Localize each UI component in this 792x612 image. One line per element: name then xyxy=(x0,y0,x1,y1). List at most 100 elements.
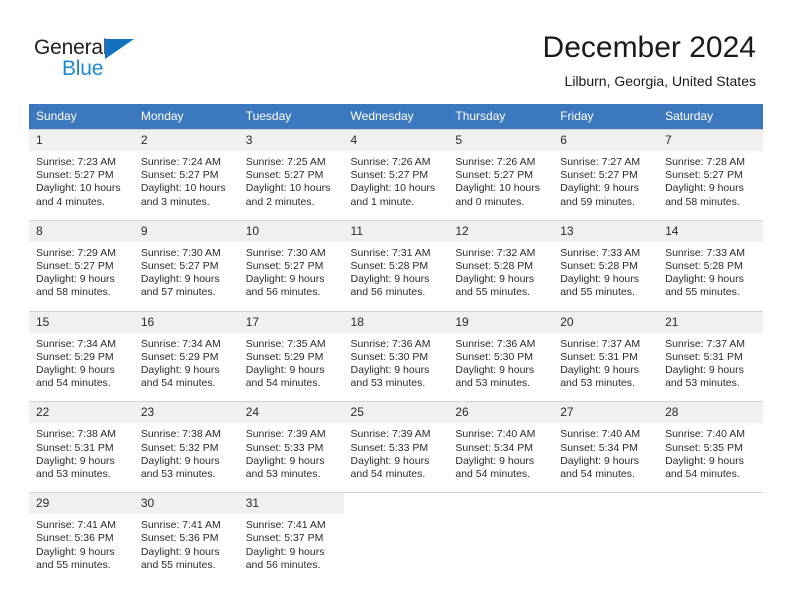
sunset-text: Sunset: 5:27 PM xyxy=(140,169,219,182)
daylight-text-line2: and 54 minutes. xyxy=(665,468,740,481)
daylight-text-line2: and 54 minutes. xyxy=(350,468,426,481)
calendar-day-cell[interactable]: 27 Sunrise: 7:40 AM Sunset: 5:34 PM Dayligh… xyxy=(553,401,659,482)
sunset-text: Sunset: 5:31 PM xyxy=(560,350,638,363)
daylight-text-line1: Daylight: 10 hours xyxy=(350,182,436,195)
weekday-header-friday: Friday xyxy=(553,104,659,130)
daylight-text-line1: Daylight: 9 hours xyxy=(560,182,640,195)
triangle-icon xyxy=(105,39,134,59)
sunrise-text: Sunrise: 7:41 AM xyxy=(245,519,326,532)
daylight-text-line2: and 56 minutes. xyxy=(350,286,426,299)
calendar-day-cell[interactable]: 21 Sunrise: 7:37 AM Sunset: 5:31 PM Dayligh… xyxy=(658,310,763,391)
sunrise-text: Sunrise: 7:40 AM xyxy=(560,428,641,441)
calendar-day-cell[interactable]: 9 Sunrise: 7:30 AM Sunset: 5:27 PM Daylight… xyxy=(133,219,239,300)
calendar-day-cell[interactable]: 8 Sunrise: 7:29 AM Sunset: 5:27 PM Daylight… xyxy=(29,219,134,300)
calendar-day-cell[interactable]: 29 Sunrise: 7:41 AM Sunset: 5:36 PM Dayligh… xyxy=(29,492,134,573)
calendar-week-row: 29 Sunrise: 7:41 AM Sunset: 5:36 PM Dayligh… xyxy=(29,492,763,573)
calendar-day-cell[interactable]: 28 Sunrise: 7:40 AM Sunset: 5:35 PM Dayligh… xyxy=(658,401,763,482)
calendar-day-cell[interactable]: 31 Sunrise: 7:41 AM Sunset: 5:37 PM Dayligh… xyxy=(238,492,344,573)
sunset-text: Sunset: 5:27 PM xyxy=(560,169,638,182)
daylight-text-line1: Daylight: 9 hours xyxy=(665,454,744,467)
calendar-day-cell[interactable]: 30 Sunrise: 7:41 AM Sunset: 5:36 PM Dayligh… xyxy=(133,492,239,573)
sunset-text: Sunset: 5:29 PM xyxy=(245,350,324,363)
day-details: Sunrise: 7:26 AM Sunset: 5:27 PM Daylight:… xyxy=(448,151,553,209)
sunrise-text: Sunrise: 7:28 AM xyxy=(665,156,746,168)
day-number: 17 xyxy=(238,311,344,333)
calendar-day-cell[interactable]: 6 Sunrise: 7:27 AM Sunset: 5:27 PM Daylight… xyxy=(553,128,659,209)
calendar-week-row: 1 Sunrise: 7:23 AM Sunset: 5:27 PM Daylight… xyxy=(29,128,763,209)
calendar-day-cell[interactable]: 25 Sunrise: 7:39 AM Sunset: 5:33 PM Dayligh… xyxy=(343,401,449,482)
sunrise-text: Sunrise: 7:32 AM xyxy=(455,246,536,259)
sunrise-text: Sunrise: 7:33 AM xyxy=(560,246,641,259)
calendar-day-cell[interactable]: 18 Sunrise: 7:36 AM Sunset: 5:30 PM Dayligh… xyxy=(343,310,449,391)
daylight-text-line1: Daylight: 9 hours xyxy=(245,273,325,286)
day-number: 14 xyxy=(658,220,763,242)
calendar-day-cell[interactable]: 17 Sunrise: 7:35 AM Sunset: 5:29 PM Dayligh… xyxy=(238,310,344,391)
weekday-header-monday: Monday xyxy=(133,104,239,130)
calendar-day-cell[interactable]: 22 Sunrise: 7:38 AM Sunset: 5:31 PM Dayligh… xyxy=(29,401,134,482)
sunset-text: Sunset: 5:37 PM xyxy=(245,532,324,545)
calendar-day-cell[interactable]: 11 Sunrise: 7:31 AM Sunset: 5:28 PM Dayligh… xyxy=(343,219,449,300)
day-number: 22 xyxy=(29,402,134,424)
day-details: Sunrise: 7:28 AM Sunset: 5:27 PM Daylight:… xyxy=(658,151,763,209)
sunrise-text: Sunrise: 7:24 AM xyxy=(140,156,221,168)
calendar-day-cell[interactable]: 20 Sunrise: 7:37 AM Sunset: 5:31 PM Dayligh… xyxy=(553,310,659,391)
calendar-day-cell[interactable]: 7 Sunrise: 7:28 AM Sunset: 5:27 PM Daylight… xyxy=(658,128,763,209)
sunset-text: Sunset: 5:36 PM xyxy=(140,532,219,545)
day-details: Sunrise: 7:41 AM Sunset: 5:36 PM Daylight:… xyxy=(134,514,239,572)
calendar-day-cell[interactable]: 1 Sunrise: 7:23 AM Sunset: 5:27 PM Daylight… xyxy=(29,128,134,209)
calendar-day-cell[interactable]: 15 Sunrise: 7:34 AM Sunset: 5:29 PM Dayligh… xyxy=(29,310,134,391)
calendar-table: Sunday Monday Tuesday Wednesday Thursday Frid… xyxy=(29,104,763,573)
sunrise-text: Sunrise: 7:40 AM xyxy=(665,428,746,441)
day-details: Sunrise: 7:41 AM Sunset: 5:37 PM Daylight:… xyxy=(239,514,344,572)
sunset-text: Sunset: 5:36 PM xyxy=(36,532,114,545)
day-details: Sunrise: 7:30 AM Sunset: 5:27 PM Daylight:… xyxy=(239,242,344,300)
calendar-day-cell[interactable]: 23 Sunrise: 7:38 AM Sunset: 5:32 PM Dayligh… xyxy=(133,401,239,482)
calendar-day-cell[interactable]: 14 Sunrise: 7:33 AM Sunset: 5:28 PM Dayligh… xyxy=(658,219,763,300)
calendar-day-cell[interactable]: 10 Sunrise: 7:30 AM Sunset: 5:27 PM Dayligh… xyxy=(238,219,344,300)
calendar-day-cell[interactable]: 5 Sunrise: 7:26 AM Sunset: 5:27 PM Daylight… xyxy=(448,128,554,209)
calendar-day-cell[interactable]: 13 Sunrise: 7:33 AM Sunset: 5:28 PM Dayligh… xyxy=(553,219,659,300)
week-spacer-cell xyxy=(29,481,763,493)
calendar-day-cell[interactable]: 16 Sunrise: 7:34 AM Sunset: 5:29 PM Dayligh… xyxy=(133,310,239,391)
title-block: December 2024 Lilburn, Georgia, United S… xyxy=(543,30,756,90)
calendar-day-cell[interactable]: 4 Sunrise: 7:26 AM Sunset: 5:27 PM Daylight… xyxy=(343,128,449,209)
day-details: Sunrise: 7:24 AM Sunset: 5:27 PM Daylight:… xyxy=(134,151,239,209)
day-number: 6 xyxy=(553,130,659,151)
calendar-day-cell[interactable]: 26 Sunrise: 7:40 AM Sunset: 5:34 PM Dayligh… xyxy=(448,401,554,482)
day-number: 24 xyxy=(238,402,344,424)
week-spacer-cell xyxy=(29,299,763,312)
sunset-text: Sunset: 5:33 PM xyxy=(350,441,429,454)
sunrise-text: Sunrise: 7:36 AM xyxy=(350,337,431,350)
daylight-text-line2: and 59 minutes. xyxy=(560,195,635,208)
daylight-text-line2: and 53 minutes. xyxy=(560,377,635,390)
daylight-text-line2: and 56 minutes. xyxy=(245,558,321,571)
logo-text-blue: Blue xyxy=(62,57,104,80)
sunset-text: Sunset: 5:27 PM xyxy=(455,169,534,182)
day-details: Sunrise: 7:30 AM Sunset: 5:27 PM Daylight:… xyxy=(134,242,239,300)
calendar-day-cell[interactable]: 3 Sunrise: 7:25 AM Sunset: 5:27 PM Daylight… xyxy=(238,128,344,209)
generalblue-logo[interactable]: General Blue xyxy=(34,36,154,82)
sunset-text: Sunset: 5:29 PM xyxy=(36,350,114,363)
day-details: Sunrise: 7:39 AM Sunset: 5:33 PM Daylight:… xyxy=(239,423,344,481)
day-details: Sunrise: 7:39 AM Sunset: 5:33 PM Daylight:… xyxy=(344,423,449,481)
calendar-week-row: 15 Sunrise: 7:34 AM Sunset: 5:29 PM Dayligh… xyxy=(29,310,763,391)
calendar-day-cell[interactable]: 19 Sunrise: 7:36 AM Sunset: 5:30 PM Dayligh… xyxy=(448,310,554,391)
day-number: 9 xyxy=(133,220,239,242)
calendar-header-row: Sunday Monday Tuesday Wednesday Thursday Frid… xyxy=(29,104,763,130)
calendar-day-cell[interactable]: 24 Sunrise: 7:39 AM Sunset: 5:33 PM Dayligh… xyxy=(238,401,344,482)
calendar-day-cell[interactable]: 2 Sunrise: 7:24 AM Sunset: 5:27 PM Daylight… xyxy=(133,128,239,209)
daylight-text-line2: and 3 minutes. xyxy=(140,195,210,208)
sunset-text: Sunset: 5:34 PM xyxy=(560,441,638,454)
sunset-text: Sunset: 5:29 PM xyxy=(140,350,219,363)
sunrise-text: Sunrise: 7:41 AM xyxy=(140,519,221,532)
daylight-text-line1: Daylight: 9 hours xyxy=(350,454,430,467)
daylight-text-line1: Daylight: 9 hours xyxy=(36,364,115,377)
daylight-text-line2: and 56 minutes. xyxy=(245,286,321,299)
weekday-header-sunday: Sunday xyxy=(29,104,134,130)
day-number: 7 xyxy=(658,130,763,151)
day-number: 16 xyxy=(133,311,239,333)
calendar-day-cell-empty xyxy=(448,492,554,573)
calendar-day-cell[interactable]: 12 Sunrise: 7:32 AM Sunset: 5:28 PM Dayligh… xyxy=(448,219,554,300)
daylight-text-line1: Daylight: 9 hours xyxy=(455,273,535,286)
day-number: 30 xyxy=(133,493,239,515)
